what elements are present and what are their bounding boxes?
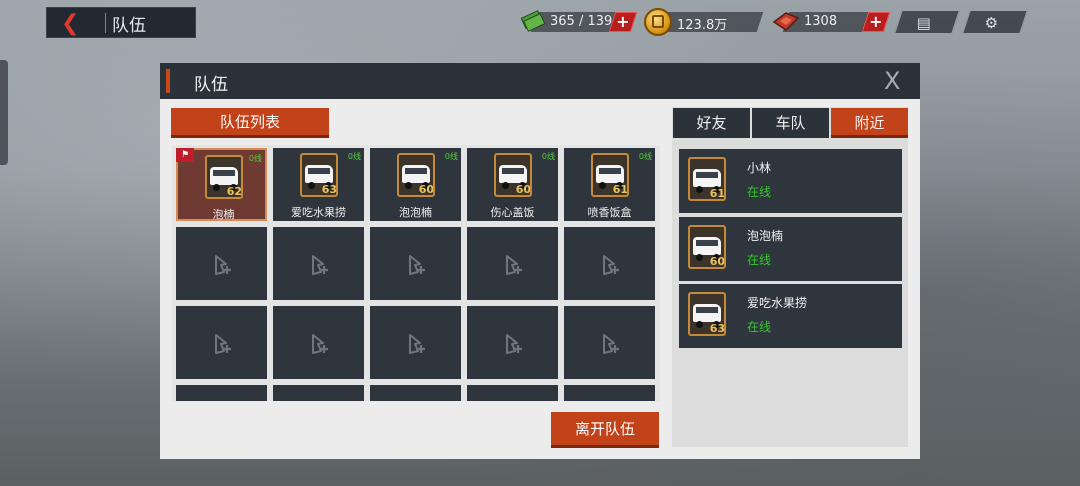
empty-team-slot[interactable] bbox=[370, 227, 461, 300]
player-level: 60 bbox=[709, 255, 725, 268]
member-avatar: 63 bbox=[300, 153, 338, 197]
empty-team-slot[interactable] bbox=[273, 227, 364, 300]
team-member-slot[interactable]: 60 0线 泡泡楠 bbox=[370, 148, 461, 221]
add-fuel-button[interactable]: + bbox=[608, 12, 638, 32]
empty-team-slot[interactable] bbox=[467, 385, 558, 401]
add-member-icon bbox=[409, 334, 425, 354]
gold-coin-icon bbox=[644, 8, 672, 36]
nearby-player-card[interactable]: 60 泡泡楠 在线 bbox=[679, 217, 902, 281]
screen-title: 队伍 bbox=[112, 16, 146, 36]
team-member-slot[interactable]: ⚑ 62 0线 泡楠 bbox=[176, 148, 267, 221]
nearby-player-card[interactable]: 61 小林 在线 bbox=[679, 149, 902, 213]
team-member-slot[interactable]: 61 0线 喷香饭盒 bbox=[564, 148, 655, 221]
empty-team-slot[interactable] bbox=[564, 306, 655, 379]
empty-team-slot[interactable] bbox=[176, 306, 267, 379]
ticket-icon bbox=[772, 12, 800, 31]
settings-button[interactable]: ⚙ bbox=[962, 10, 1028, 34]
close-button[interactable]: X bbox=[884, 67, 900, 95]
team-dialog: 队伍 X 队伍列表 ⚑ 62 0线 泡楠 63 0线 爱吃水果捞 60 0线 泡… bbox=[160, 63, 920, 459]
dialog-title: 队伍 bbox=[194, 75, 228, 95]
gold-value: 123.8万 bbox=[677, 18, 728, 33]
member-avatar: 61 bbox=[591, 153, 629, 197]
player-avatar: 60 bbox=[688, 225, 726, 269]
nearby-player-card[interactable]: 63 爱吃水果捞 在线 bbox=[679, 284, 902, 348]
player-name: 爱吃水果捞 bbox=[747, 296, 808, 310]
player-name: 泡泡楠 bbox=[747, 229, 784, 243]
empty-team-slot[interactable] bbox=[370, 306, 461, 379]
tab-fleet[interactable]: 车队 bbox=[752, 108, 829, 138]
empty-team-slot[interactable] bbox=[273, 385, 364, 401]
social-panel: 好友 车队 附近 61 小林 在线 60 泡泡楠 在线 63 爱吃水果捞 在线 bbox=[672, 107, 908, 447]
add-member-icon bbox=[506, 255, 522, 275]
member-status: 0线 bbox=[444, 152, 458, 161]
header-accent bbox=[166, 69, 170, 93]
empty-team-slot[interactable] bbox=[176, 385, 267, 401]
back-arrow-icon: ❮ bbox=[61, 11, 80, 36]
add-member-icon bbox=[312, 255, 328, 275]
money-stack-icon bbox=[520, 10, 546, 32]
player-avatar: 61 bbox=[688, 157, 726, 201]
add-member-icon bbox=[506, 334, 522, 354]
add-member-icon bbox=[603, 255, 619, 275]
player-name: 小林 bbox=[747, 161, 772, 175]
shop-button[interactable]: ▤ bbox=[894, 10, 960, 34]
add-member-icon bbox=[215, 255, 231, 275]
player-level: 61 bbox=[709, 187, 725, 200]
member-avatar: 60 bbox=[397, 153, 435, 197]
player-status: 在线 bbox=[747, 253, 772, 267]
tab-nearby[interactable]: 附近 bbox=[831, 108, 908, 138]
player-status: 在线 bbox=[747, 185, 772, 199]
tab-team-list[interactable]: 队伍列表 bbox=[171, 108, 329, 138]
member-level: 62 bbox=[226, 185, 242, 198]
plus-icon: + bbox=[616, 12, 630, 31]
member-level: 60 bbox=[418, 183, 434, 196]
player-avatar: 63 bbox=[688, 292, 726, 336]
back-button[interactable]: ❮ 队伍 bbox=[46, 7, 196, 38]
member-name: 喷香饭盒 bbox=[587, 206, 632, 219]
member-name: 泡泡楠 bbox=[399, 206, 432, 219]
member-level: 60 bbox=[515, 183, 531, 196]
add-member-icon bbox=[312, 334, 328, 354]
team-member-slot[interactable]: 60 0线 伤心盖饭 bbox=[467, 148, 558, 221]
member-name: 伤心盖饭 bbox=[490, 206, 535, 219]
shop-icon: ▤ bbox=[916, 14, 931, 32]
fuel-value: 365 / 139 bbox=[550, 14, 613, 29]
member-avatar: 60 bbox=[494, 153, 532, 197]
member-level: 63 bbox=[321, 183, 337, 196]
divider bbox=[105, 13, 106, 33]
empty-team-slot[interactable] bbox=[467, 306, 558, 379]
dialog-header: 队伍 X bbox=[160, 63, 920, 99]
empty-team-slot[interactable] bbox=[467, 227, 558, 300]
member-name: 爱吃水果捞 bbox=[291, 206, 346, 219]
member-level: 61 bbox=[612, 183, 628, 196]
member-status: 0线 bbox=[248, 154, 262, 163]
team-grid[interactable]: ⚑ 62 0线 泡楠 63 0线 爱吃水果捞 60 0线 泡泡楠 60 0线 伤… bbox=[172, 145, 660, 401]
empty-team-slot[interactable] bbox=[564, 385, 655, 401]
tab-friends[interactable]: 好友 bbox=[673, 108, 750, 138]
gem-value: 1308 bbox=[804, 14, 838, 29]
add-member-icon bbox=[409, 255, 425, 275]
fuel-resource: 365 / 139 + bbox=[520, 8, 640, 34]
team-member-slot[interactable]: 63 0线 爱吃水果捞 bbox=[273, 148, 364, 221]
member-status: 0线 bbox=[638, 152, 652, 161]
plus-icon: + bbox=[869, 12, 883, 31]
empty-team-slot[interactable] bbox=[564, 227, 655, 300]
side-drawer-handle[interactable] bbox=[0, 60, 8, 165]
leader-flag-icon: ⚑ bbox=[176, 148, 194, 162]
empty-team-slot[interactable] bbox=[176, 227, 267, 300]
member-name: 泡楠 bbox=[212, 208, 235, 221]
add-member-icon bbox=[603, 334, 619, 354]
empty-team-slot[interactable] bbox=[370, 385, 461, 401]
add-member-icon bbox=[215, 334, 231, 354]
member-status: 0线 bbox=[347, 152, 361, 161]
player-status: 在线 bbox=[747, 320, 772, 334]
gear-icon: ⚙ bbox=[984, 14, 999, 32]
player-level: 63 bbox=[709, 322, 725, 335]
member-avatar: 62 bbox=[205, 155, 243, 199]
member-status: 0线 bbox=[541, 152, 555, 161]
empty-team-slot[interactable] bbox=[273, 306, 364, 379]
leave-team-button[interactable]: 离开队伍 bbox=[551, 412, 659, 448]
